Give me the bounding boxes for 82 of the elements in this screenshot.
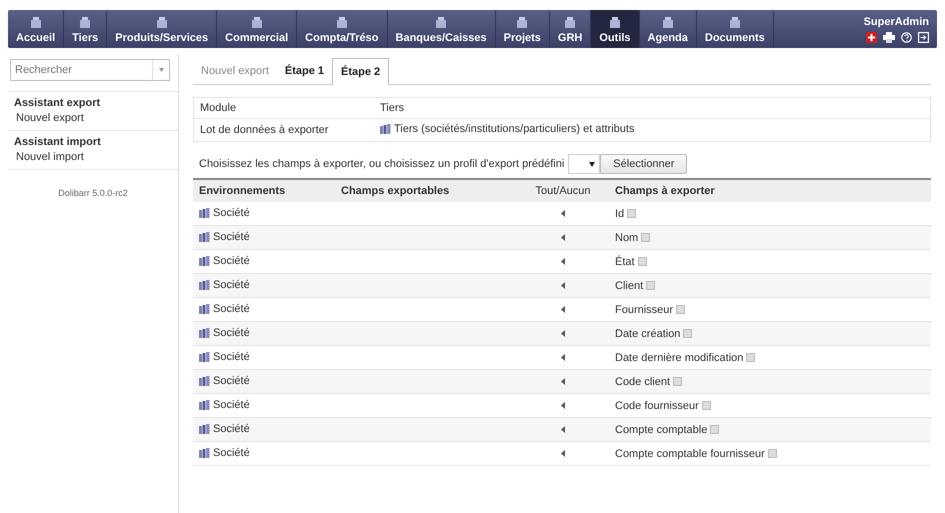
left-arrow-icon[interactable] [561, 402, 565, 408]
menu-item[interactable]: Compta/Tréso [297, 10, 388, 48]
books-icon [199, 304, 210, 314]
environment-text: Société [213, 398, 250, 410]
books-icon [199, 256, 210, 266]
books-icon [199, 208, 210, 218]
menu-item[interactable]: Agenda [640, 10, 697, 48]
sidebar-link[interactable]: Nouvel export [14, 112, 174, 124]
menu-item[interactable]: Projets [496, 10, 550, 48]
left-arrow-icon[interactable] [561, 450, 565, 456]
books-icon [199, 280, 210, 290]
profile-select[interactable] [568, 154, 600, 174]
left-arrow-icon[interactable] [561, 354, 565, 360]
environment-text: Société [213, 446, 250, 458]
column-header: Champs à exporter [609, 179, 931, 202]
books-icon [199, 424, 210, 434]
environment-text: Société [213, 302, 250, 314]
menu-item[interactable]: Banques/Caisses [388, 10, 496, 48]
left-arrow-icon[interactable] [561, 426, 565, 432]
profile-prompt: Choisissez les champs à exporter, ou choisissez un profil d'export prédéfini [199, 158, 564, 170]
caret-icon [589, 162, 596, 166]
field-text[interactable]: Client [615, 280, 644, 292]
menu-item[interactable]: Outils [591, 10, 640, 48]
field-text[interactable]: Date création [615, 328, 680, 340]
sidebar-heading[interactable]: Assistant export [14, 97, 174, 109]
menu-item[interactable]: Commercial [217, 10, 298, 48]
sidebar-heading[interactable]: Assistant import [14, 136, 174, 148]
environment-text: Société [213, 278, 250, 290]
environment-text: Société [213, 326, 250, 338]
books-icon [199, 352, 210, 362]
field-text[interactable]: Code fournisseur [615, 400, 699, 412]
field-text[interactable]: Fournisseur [615, 304, 674, 316]
environment-text: Société [213, 206, 250, 218]
add-icon[interactable] [866, 32, 877, 42]
info-text: Tiers (sociétés/institutions/particuliers) et attributs [394, 123, 634, 135]
info-label: Lot de données à exporter [194, 118, 376, 142]
left-arrow-icon[interactable] [561, 330, 565, 336]
tab[interactable]: Étape 2 [332, 58, 390, 85]
menu-item[interactable]: Documents [696, 10, 774, 48]
environment-text: Société [213, 374, 250, 386]
version-label: Dolibarr 5.0.0-rc2 [58, 188, 128, 198]
user-name[interactable]: SuperAdmin [864, 16, 929, 28]
print-icon[interactable] [883, 32, 895, 42]
books-icon [199, 232, 210, 242]
logout-icon[interactable] [918, 32, 929, 42]
info-label: Module [194, 98, 376, 118]
field-text[interactable]: Compte comptable fournisseur [615, 448, 765, 460]
left-arrow-icon[interactable] [561, 282, 565, 288]
sidebar-link[interactable]: Nouvel import [14, 151, 174, 163]
left-arrow-icon[interactable] [561, 234, 565, 240]
environment-text: Société [213, 230, 250, 242]
books-icon [380, 124, 391, 134]
field-text[interactable]: Date dernière modification [615, 352, 744, 364]
column-header: Tout/Aucun [517, 179, 609, 202]
books-icon [199, 448, 210, 458]
left-arrow-icon[interactable] [561, 258, 565, 264]
field-text[interactable]: Compte comptable [615, 424, 708, 436]
column-header: Champs exportables [335, 179, 517, 202]
tab[interactable]: Nouvel export [193, 58, 277, 84]
environment-text: Société [213, 254, 250, 266]
menu-item[interactable]: Produits/Services [107, 10, 218, 48]
dropdown-button[interactable] [152, 59, 170, 81]
tab[interactable]: Étape 1 [276, 58, 332, 84]
books-icon [199, 376, 210, 386]
left-arrow-icon[interactable] [561, 210, 565, 216]
environment-text: Société [213, 422, 250, 434]
field-text[interactable]: État [615, 256, 635, 268]
menu-item[interactable]: Accueil [8, 10, 64, 48]
books-icon [199, 400, 210, 410]
field-text[interactable]: Nom [615, 232, 638, 244]
menu-item[interactable]: Tiers [64, 10, 108, 48]
caret-icon [158, 68, 164, 72]
field-text[interactable]: Id [615, 208, 624, 220]
left-arrow-icon[interactable] [561, 378, 565, 384]
column-header: Environnements [193, 179, 335, 202]
books-icon [199, 328, 210, 338]
search-field[interactable]: Rechercher [10, 59, 152, 81]
environment-text: Société [213, 350, 250, 362]
left-arrow-icon[interactable] [561, 306, 565, 312]
select-button[interactable]: Sélectionner [600, 154, 688, 174]
field-text[interactable]: Code client [615, 376, 670, 388]
info-text: Tiers [380, 102, 404, 114]
